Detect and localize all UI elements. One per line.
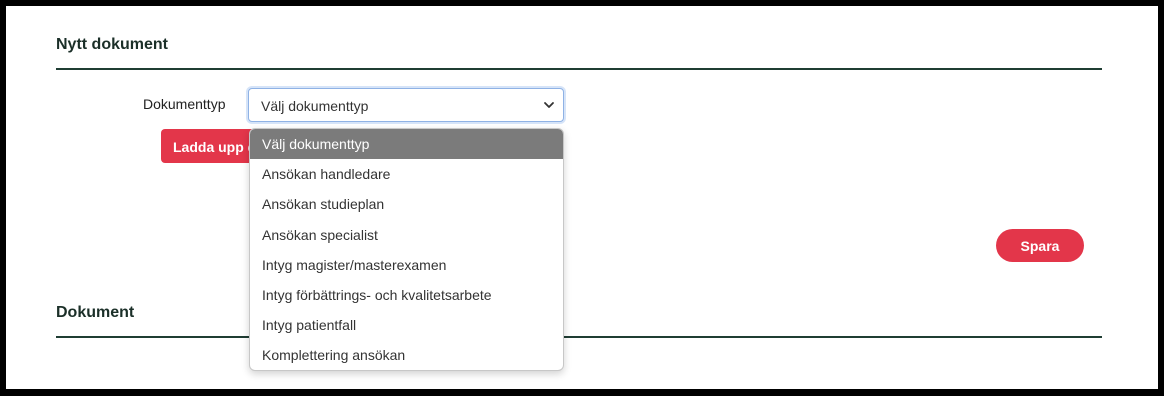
dropdown-option-ansokan-handledare[interactable]: Ansökan handledare — [250, 159, 563, 189]
documents-divider — [56, 336, 1102, 338]
new-document-divider — [56, 68, 1102, 70]
dropdown-option-ansokan-specialist[interactable]: Ansökan specialist — [250, 220, 563, 250]
document-type-select-value: Välj dokumenttyp — [261, 98, 369, 114]
save-button[interactable]: Spara — [996, 229, 1084, 262]
document-type-label: Dokumenttyp — [143, 96, 226, 112]
document-type-select[interactable]: Välj dokumenttyp — [248, 88, 564, 122]
new-document-title: Nytt dokument — [56, 36, 168, 53]
dropdown-option-intyg-forbattrings-kvalitetsarbete[interactable]: Intyg förbättrings- och kvalitetsarbete — [250, 280, 563, 310]
dropdown-option-intyg-magister-masterexamen[interactable]: Intyg magister/masterexamen — [250, 250, 563, 280]
documents-title: Dokument — [56, 304, 135, 321]
chevron-down-icon — [544, 102, 554, 108]
dropdown-option-intyg-patientfall[interactable]: Intyg patientfall — [250, 310, 563, 340]
document-type-dropdown: Välj dokumenttyp Ansökan handledare Ansö… — [249, 128, 564, 371]
dropdown-option-ansokan-studieplan[interactable]: Ansökan studieplan — [250, 189, 563, 219]
dropdown-option-valj-dokumenttyp[interactable]: Välj dokumenttyp — [250, 129, 563, 160]
dropdown-option-komplettering-ansokan[interactable]: Komplettering ansökan — [250, 340, 563, 370]
